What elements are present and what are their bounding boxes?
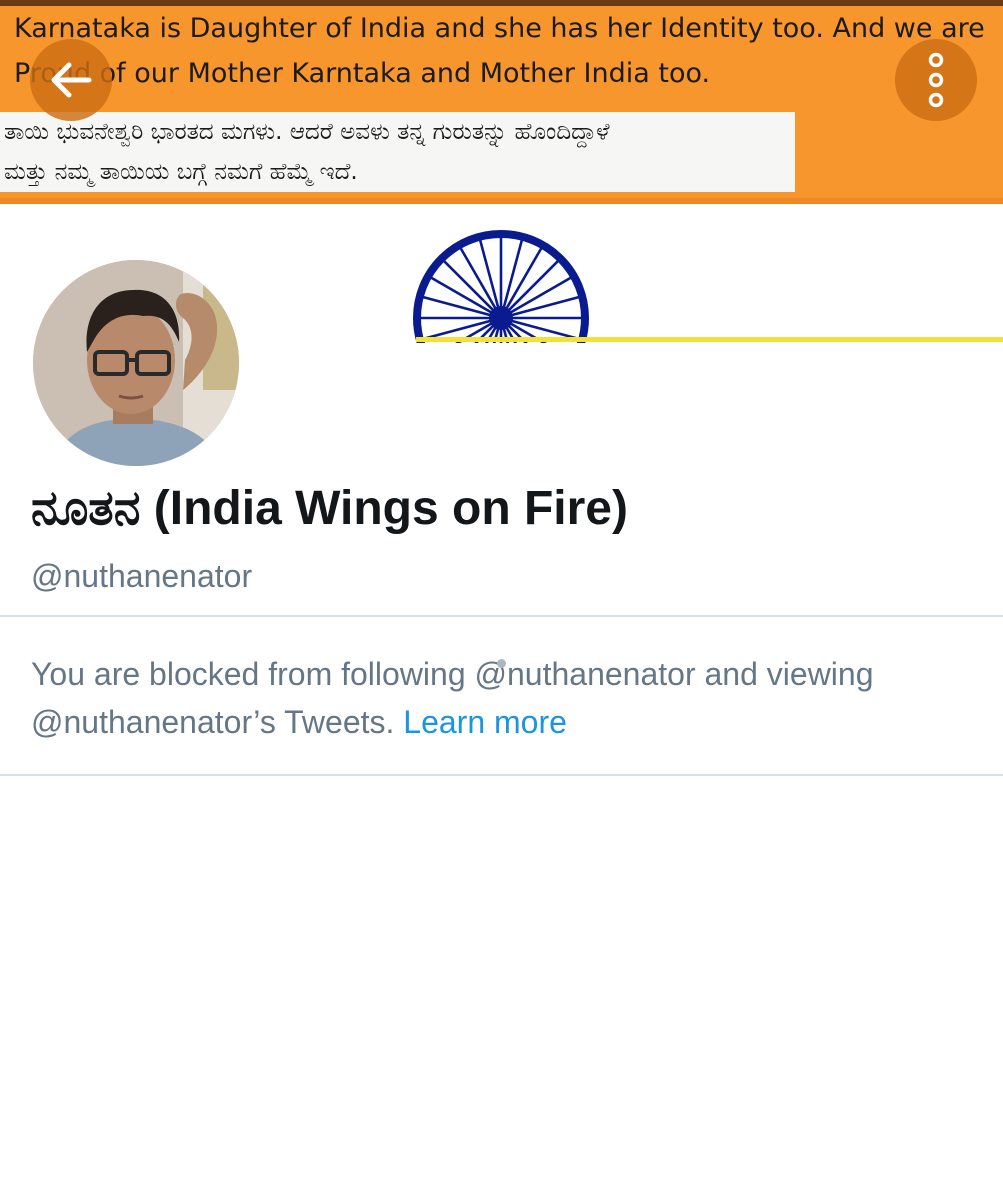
more-vertical-icon xyxy=(928,52,944,108)
arrow-left-icon xyxy=(51,62,92,98)
profile-screen: Karnataka is Daughter of India and she h… xyxy=(0,0,1003,1200)
back-button[interactable] xyxy=(30,39,112,121)
banner-saffron-edge xyxy=(0,198,1003,204)
profile-photo xyxy=(33,260,239,466)
ashoka-chakra-icon xyxy=(413,230,589,343)
learn-more-link[interactable]: Learn more xyxy=(403,704,567,740)
banner-yellow-line xyxy=(416,337,1003,342)
banner-english-text: Karnataka is Daughter of India and she h… xyxy=(14,13,985,89)
more-options-button[interactable] xyxy=(895,39,977,121)
divider xyxy=(0,774,1003,776)
banner-kannada-text: ತಾಯಿ ಭುವನೇಶ್ವರಿ ಭಾರತದ ಮಗಳು. ಆದರೆ ಅವಳು ತನ… xyxy=(4,119,610,185)
display-name: ನೂತನ (India Wings on Fire) xyxy=(31,482,628,535)
divider xyxy=(0,615,1003,617)
avatar[interactable] xyxy=(33,260,239,466)
blocked-notice: You are blocked from following @nuthanen… xyxy=(31,650,931,746)
username-handle: @nuthanenator xyxy=(31,558,253,594)
loading-indicator-dot xyxy=(497,659,506,668)
